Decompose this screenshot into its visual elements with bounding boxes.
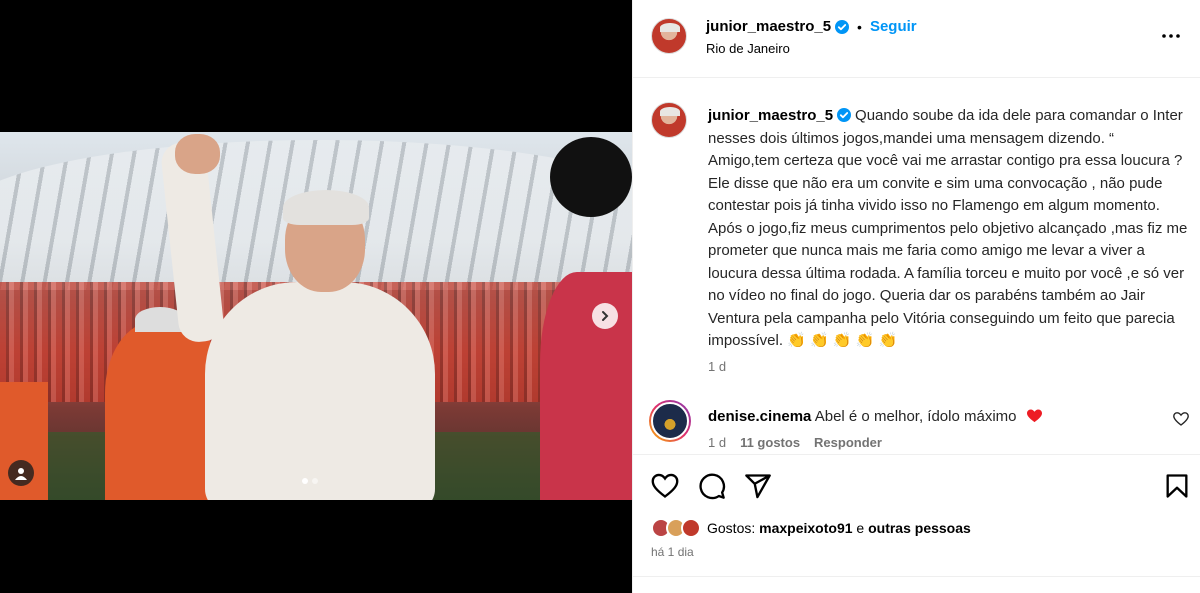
comment-icon[interactable] — [698, 472, 726, 500]
carousel-dot-2 — [312, 478, 318, 484]
caption-body: Quando soube da ida dele para comandar o… — [708, 107, 1188, 349]
coach-figure — [159, 134, 495, 500]
comment-text-row: denise.cinema Abel é o melhor, ídolo máx… — [708, 408, 1042, 425]
verified-badge-icon — [835, 19, 850, 34]
verified-badge-icon — [837, 108, 852, 122]
separator-bullet: • — [857, 18, 862, 35]
bookmark-icon[interactable] — [1163, 472, 1191, 500]
comment-like-icon[interactable] — [1173, 411, 1189, 427]
liker-avatars[interactable] — [651, 518, 701, 538]
follow-button[interactable]: Seguir — [870, 18, 917, 35]
add-comment-bar[interactable] — [633, 576, 1200, 593]
tagged-users-button[interactable] — [8, 460, 34, 486]
comment-likes-count[interactable]: 11 gostos — [740, 435, 800, 450]
carousel-next-icon — [602, 311, 609, 321]
photographer-right — [540, 272, 632, 500]
carousel-next-button[interactable] — [592, 303, 618, 329]
liker-username[interactable]: maxpeixoto91 — [759, 520, 852, 536]
camera-lens — [550, 137, 632, 217]
heart-icon[interactable] — [651, 472, 679, 500]
commenter-avatar[interactable] — [649, 400, 691, 442]
comment-body: Abel é o melhor, ídolo máximo — [814, 408, 1017, 425]
caption-text-block: junior_maestro_5 Quando soube da ida del… — [708, 105, 1188, 353]
liker-avatar — [681, 518, 701, 538]
post-location[interactable]: Rio de Janeiro — [706, 41, 790, 56]
likes-summary: Gostos: maxpeixoto91 e outras pessoas — [651, 518, 971, 538]
comment-meta: 1 d 11 gostos Responder — [708, 435, 882, 450]
comment-item: denise.cinema Abel é o melhor, ídolo máx… — [633, 398, 1200, 458]
post-header: junior_maestro_5 • Seguir Rio de Janeiro — [633, 0, 1200, 78]
author-username[interactable]: junior_maestro_5 — [706, 18, 831, 35]
commenter-username[interactable]: denise.cinema — [708, 408, 811, 425]
red-heart-emoji-icon — [1026, 409, 1042, 423]
reply-button[interactable]: Responder — [814, 435, 882, 450]
tagged-user-icon — [15, 468, 27, 480]
caption-username[interactable]: junior_maestro_5 — [708, 107, 833, 124]
other-likers-link[interactable]: outras pessoas — [868, 520, 971, 536]
likes-joiner: e — [856, 520, 865, 536]
author-avatar[interactable] — [651, 18, 687, 54]
caption-avatar[interactable] — [651, 102, 687, 138]
likes-prefix: Gostos: — [707, 520, 756, 536]
more-options-icon[interactable] — [1159, 24, 1183, 48]
author-row: junior_maestro_5 • Seguir — [706, 18, 917, 35]
caption-timestamp[interactable]: 1 d — [708, 359, 726, 374]
post-timestamp[interactable]: há 1 dia — [651, 545, 694, 559]
post-side-panel: junior_maestro_5 • Seguir Rio de Janeiro… — [632, 0, 1200, 593]
carousel-dot-1 — [302, 478, 308, 484]
carousel-indicator — [302, 478, 318, 484]
share-icon[interactable] — [744, 472, 772, 500]
post-actions — [633, 456, 1200, 516]
post-photo[interactable] — [0, 132, 632, 500]
caption-section: junior_maestro_5 Quando soube da ida del… — [633, 78, 1200, 455]
media-pane — [0, 0, 632, 593]
comment-timestamp[interactable]: 1 d — [708, 435, 726, 450]
